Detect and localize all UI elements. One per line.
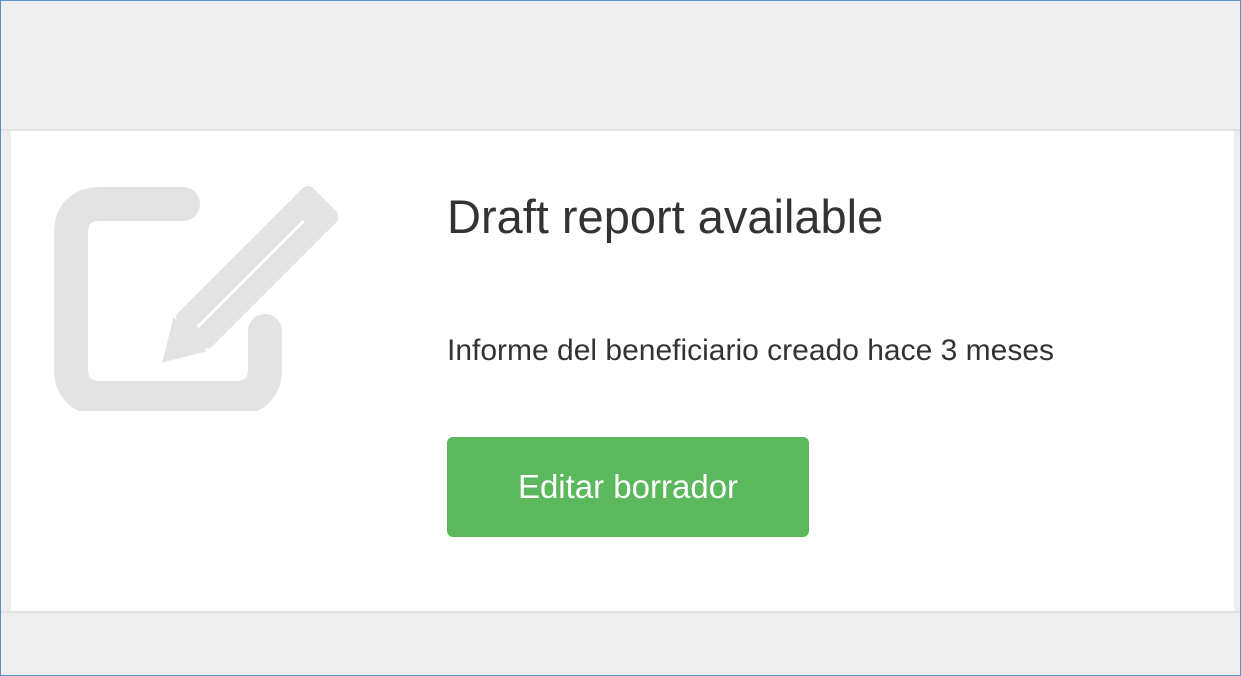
header-band bbox=[1, 1, 1240, 131]
screenshot-frame: Draft report available Informe del benef… bbox=[0, 0, 1241, 676]
report-status-text: Informe del beneficiario creado hace 3 m… bbox=[447, 334, 1055, 367]
footer-band bbox=[1, 611, 1240, 675]
edit-draft-button[interactable]: Editar borrador bbox=[447, 437, 809, 537]
page-title: Draft report available bbox=[447, 190, 884, 243]
draft-report-panel: Draft report available Informe del benef… bbox=[11, 131, 1234, 611]
edit-icon bbox=[54, 186, 338, 411]
